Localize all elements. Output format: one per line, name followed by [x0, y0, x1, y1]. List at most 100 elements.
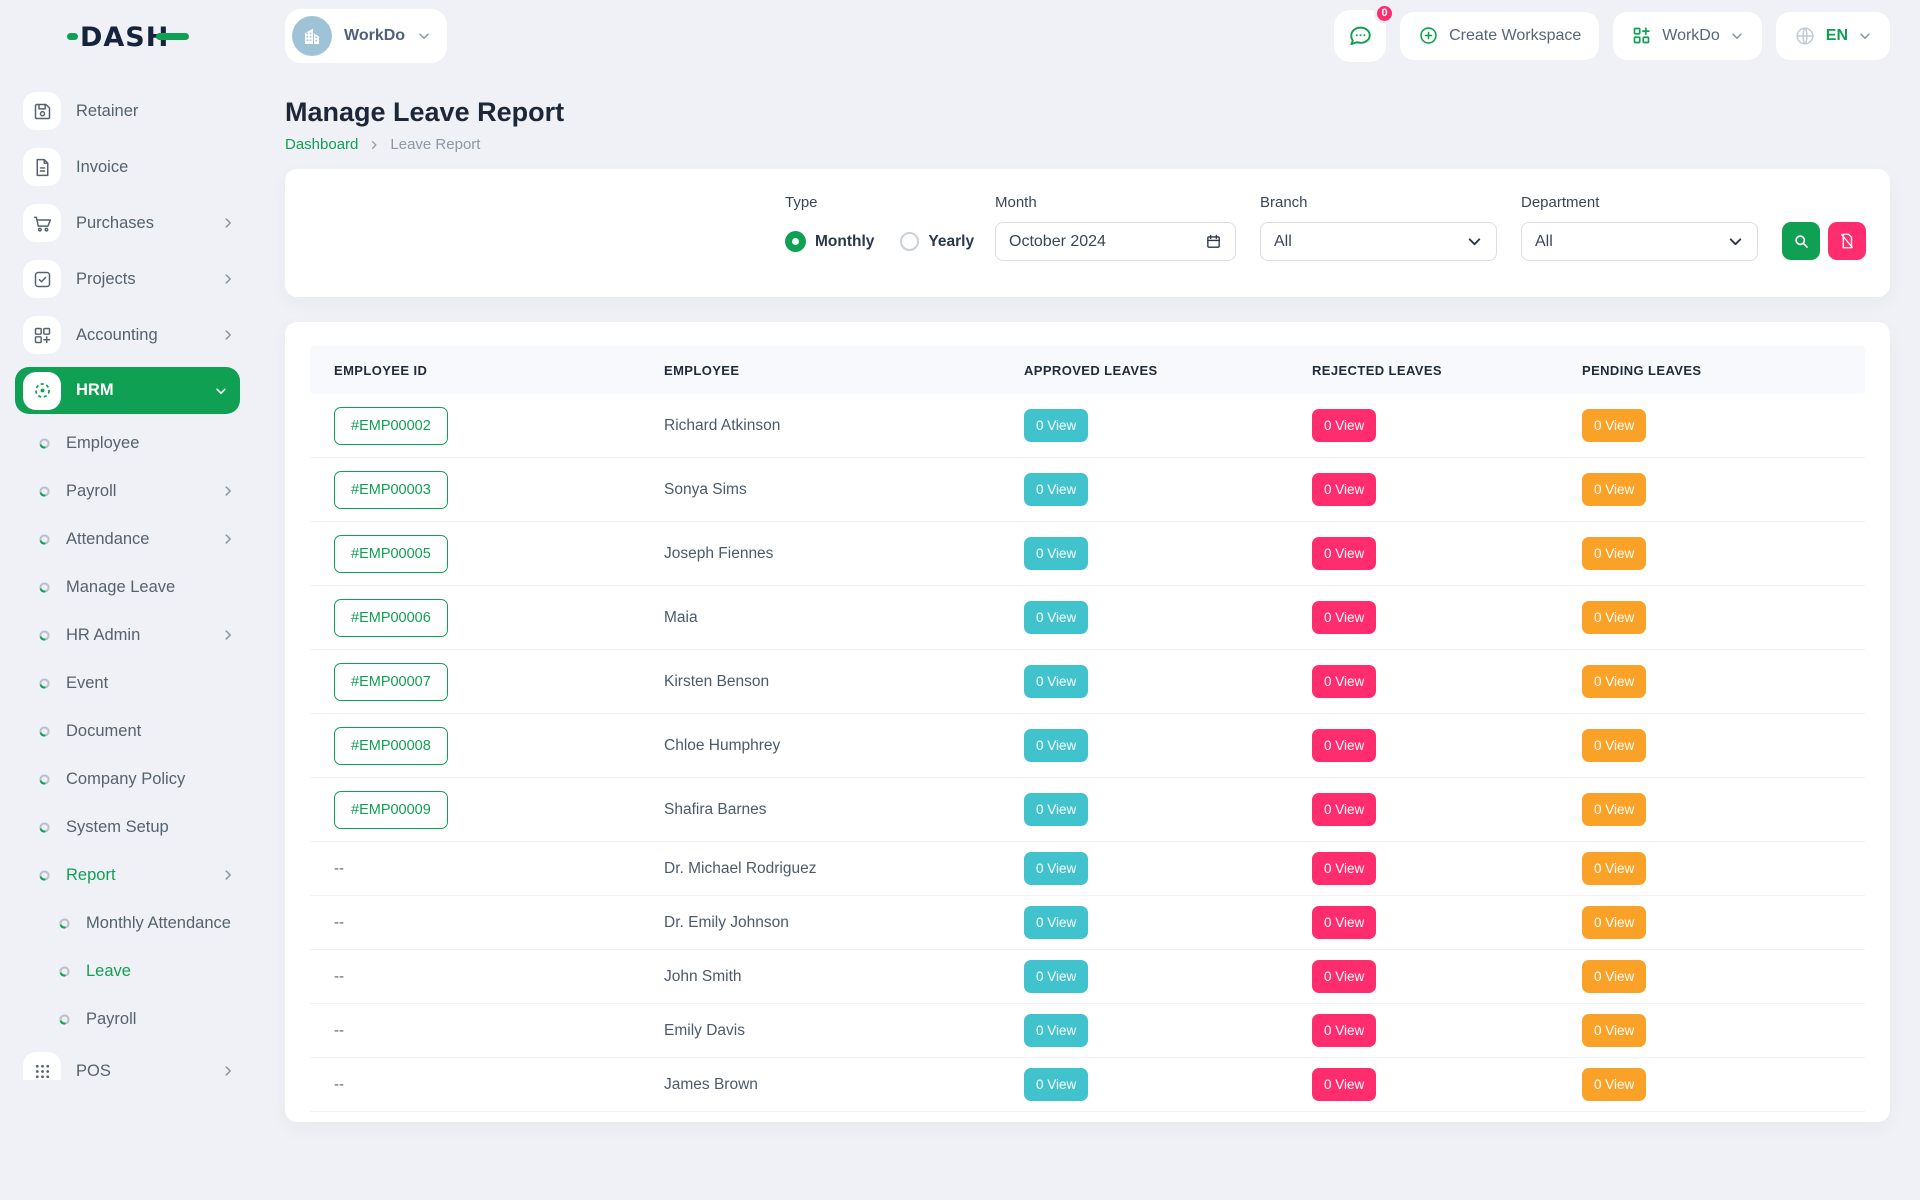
chevron-down-icon — [1858, 29, 1872, 43]
approved-leaves-view-badge[interactable]: 0 View — [1024, 793, 1088, 826]
messages-button[interactable]: 0 — [1334, 10, 1386, 62]
pending-leaves-view-badge[interactable]: 0 View — [1582, 852, 1646, 885]
employee-id-badge[interactable]: #EMP00005 — [334, 535, 448, 573]
employee-id-badge[interactable]: #EMP00003 — [334, 471, 448, 509]
rejected-leaves-view-badge[interactable]: 0 View — [1312, 852, 1376, 885]
approved-leaves-view-badge[interactable]: 0 View — [1024, 729, 1088, 762]
workspace-switcher[interactable]: WorkDo — [285, 9, 447, 63]
rejected-leaves-view-badge[interactable]: 0 View — [1312, 601, 1376, 634]
create-workspace-label: Create Workspace — [1449, 27, 1581, 45]
grid-plus-icon — [1631, 25, 1652, 46]
rejected-leaves-view-badge[interactable]: 0 View — [1312, 665, 1376, 698]
sidebar-item-report[interactable]: Report — [0, 851, 255, 899]
rejected-leaves-view-badge[interactable]: 0 View — [1312, 1014, 1376, 1047]
approved-leaves-view-badge[interactable]: 0 View — [1024, 665, 1088, 698]
rejected-leaves-view-badge[interactable]: 0 View — [1312, 906, 1376, 939]
sidebar-item-attendance[interactable]: Attendance — [0, 515, 255, 563]
sidebar-item-payroll[interactable]: Payroll — [0, 995, 255, 1043]
sidebar-item-purchases[interactable]: Purchases — [0, 195, 255, 251]
create-workspace-button[interactable]: Create Workspace — [1400, 12, 1599, 60]
filter-buttons — [1782, 222, 1866, 260]
rejected-leaves-view-badge[interactable]: 0 View — [1312, 960, 1376, 993]
table-row: --Emily Davis0 View0 View0 View — [310, 1004, 1865, 1058]
app-menu-button[interactable]: WorkDo — [1613, 12, 1762, 60]
bullet-donut-icon — [38, 581, 51, 594]
pending-leaves-view-badge[interactable]: 0 View — [1582, 537, 1646, 570]
sidebar-item-pos[interactable]: POS — [0, 1043, 255, 1080]
bullet-donut-icon — [58, 965, 71, 978]
sidebar-item-payroll[interactable]: Payroll — [0, 467, 255, 515]
sidebar-item-projects[interactable]: Projects — [0, 251, 255, 307]
task-check-icon — [23, 260, 61, 298]
department-select[interactable]: All — [1521, 222, 1758, 261]
branch-select[interactable]: All — [1260, 222, 1497, 261]
approved-leaves-view-badge[interactable]: 0 View — [1024, 601, 1088, 634]
sidebar-item-manage-leave[interactable]: Manage Leave — [0, 563, 255, 611]
table-row: --Dr. Emily Johnson0 View0 View0 View — [310, 896, 1865, 950]
breadcrumb-dashboard-link[interactable]: Dashboard — [285, 136, 358, 153]
employee-id-badge[interactable]: #EMP00002 — [334, 407, 448, 445]
employee-id-badge[interactable]: #EMP00007 — [334, 663, 448, 701]
employee-id-badge[interactable]: #EMP00009 — [334, 791, 448, 829]
approved-leaves-view-badge[interactable]: 0 View — [1024, 1068, 1088, 1101]
sidebar-item-hrm[interactable]: HRM — [15, 367, 240, 414]
pending-leaves-view-badge[interactable]: 0 View — [1582, 906, 1646, 939]
reset-button[interactable] — [1828, 222, 1866, 260]
chevron-right-icon — [368, 139, 380, 151]
plus-circle-icon — [1418, 25, 1439, 46]
workspace-name: WorkDo — [344, 27, 405, 45]
rejected-leaves-view-badge[interactable]: 0 View — [1312, 729, 1376, 762]
pending-leaves-view-badge[interactable]: 0 View — [1582, 1068, 1646, 1101]
sidebar-item-document[interactable]: Document — [0, 707, 255, 755]
chevron-right-icon — [221, 484, 235, 498]
rejected-leaves-view-badge[interactable]: 0 View — [1312, 793, 1376, 826]
leave-report-table-card: EMPLOYEE ID EMPLOYEE APPROVED LEAVES REJ… — [285, 322, 1890, 1122]
employee-id-badge[interactable]: #EMP00006 — [334, 599, 448, 637]
pending-leaves-view-badge[interactable]: 0 View — [1582, 793, 1646, 826]
type-radio-row: Monthly Yearly — [785, 222, 971, 261]
sidebar-item-event[interactable]: Event — [0, 659, 255, 707]
sidebar-item-company-policy[interactable]: Company Policy — [0, 755, 255, 803]
pending-leaves-view-badge[interactable]: 0 View — [1582, 473, 1646, 506]
table-row: #EMP00009Shafira Barnes0 View0 View0 Vie… — [310, 778, 1865, 842]
sidebar-item-monthly-attendance[interactable]: Monthly Attendance — [0, 899, 255, 947]
sidebar-item-employee[interactable]: Employee — [0, 419, 255, 467]
approved-leaves-view-badge[interactable]: 0 View — [1024, 960, 1088, 993]
sidebar-item-hr-admin[interactable]: HR Admin — [0, 611, 255, 659]
chevron-down-icon — [1466, 233, 1483, 250]
approved-leaves-view-badge[interactable]: 0 View — [1024, 409, 1088, 442]
approved-leaves-view-badge[interactable]: 0 View — [1024, 906, 1088, 939]
pending-leaves-view-badge[interactable]: 0 View — [1582, 1014, 1646, 1047]
sidebar-item-label: Accounting — [76, 326, 158, 345]
approved-leaves-view-badge[interactable]: 0 View — [1024, 473, 1088, 506]
messages-count-badge: 0 — [1374, 3, 1395, 24]
approved-leaves-view-badge[interactable]: 0 View — [1024, 537, 1088, 570]
pending-leaves-view-badge[interactable]: 0 View — [1582, 729, 1646, 762]
pos-grid-icon — [23, 1052, 61, 1080]
rejected-leaves-view-badge[interactable]: 0 View — [1312, 537, 1376, 570]
approved-leaves-view-badge[interactable]: 0 View — [1024, 1014, 1088, 1047]
pending-leaves-view-badge[interactable]: 0 View — [1582, 960, 1646, 993]
approved-leaves-view-badge[interactable]: 0 View — [1024, 852, 1088, 885]
pending-leaves-view-badge[interactable]: 0 View — [1582, 409, 1646, 442]
pending-leaves-view-badge[interactable]: 0 View — [1582, 601, 1646, 634]
language-selector[interactable]: EN — [1776, 12, 1890, 60]
type-option-monthly[interactable]: Monthly — [785, 231, 874, 252]
sidebar-item-accounting[interactable]: Accounting — [0, 307, 255, 363]
pending-leaves-view-badge[interactable]: 0 View — [1582, 665, 1646, 698]
column-header-rejected-leaves: REJECTED LEAVES — [1312, 363, 1582, 378]
employee-id-badge[interactable]: #EMP00008 — [334, 727, 448, 765]
sidebar-item-system-setup[interactable]: System Setup — [0, 803, 255, 851]
sidebar-item-invoice[interactable]: Invoice — [0, 139, 255, 195]
rejected-leaves-view-badge[interactable]: 0 View — [1312, 473, 1376, 506]
sidebar-item-retainer[interactable]: Retainer — [0, 83, 255, 139]
search-button[interactable] — [1782, 222, 1820, 260]
rejected-leaves-view-badge[interactable]: 0 View — [1312, 409, 1376, 442]
month-input[interactable]: October 2024 — [995, 222, 1236, 261]
rejected-leaves-view-badge[interactable]: 0 View — [1312, 1068, 1376, 1101]
employee-id-empty: -- — [334, 1076, 664, 1093]
sidebar-item-label: Document — [66, 722, 141, 741]
type-option-yearly[interactable]: Yearly — [900, 232, 974, 251]
sidebar-item-label: HR Admin — [66, 626, 140, 645]
sidebar-item-leave[interactable]: Leave — [0, 947, 255, 995]
